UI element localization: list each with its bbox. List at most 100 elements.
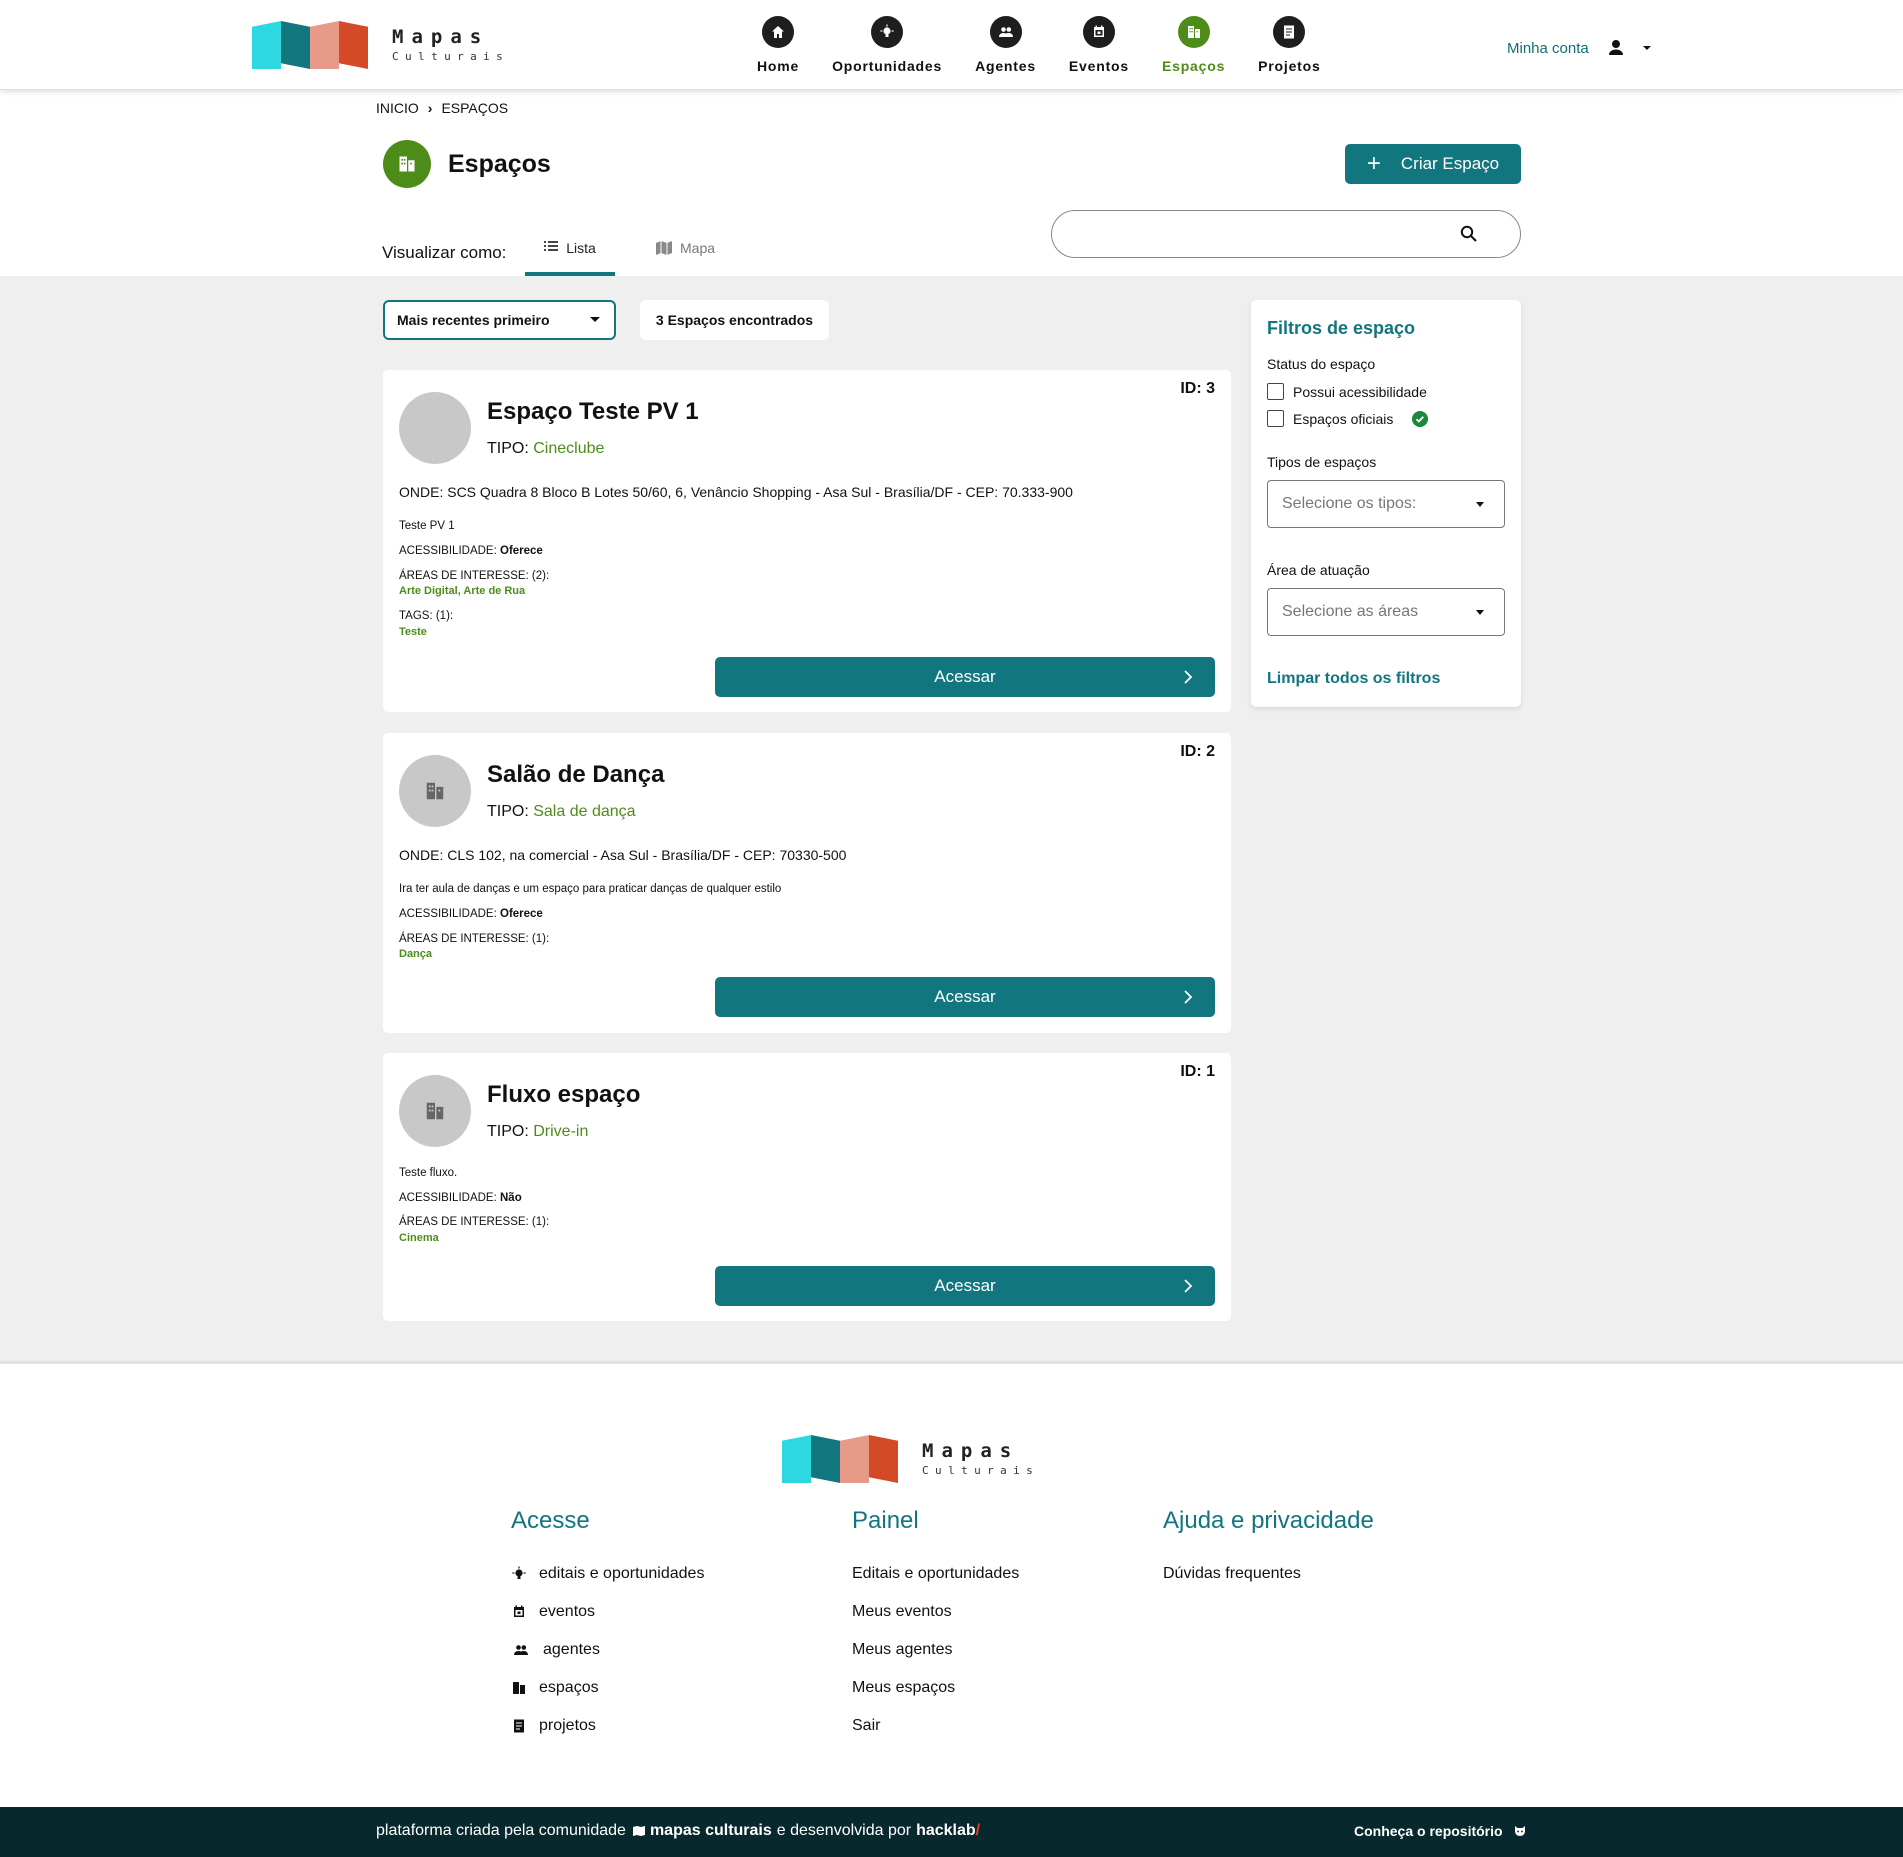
status-label: Status do espaço [1267, 356, 1376, 372]
sort-select[interactable]: Mais recentes primeiro [383, 300, 616, 340]
chevron-right-icon: › [427, 100, 433, 116]
area-select[interactable]: Selecione as áreas [1267, 588, 1505, 636]
nav-label: Agentes [975, 58, 1036, 74]
space-type-value: Sala de dança [533, 803, 636, 820]
accessibility-label: ACESSIBILIDADE: [399, 1191, 497, 1204]
footer-link[interactable]: Meus eventos [852, 1593, 1019, 1631]
chevron-right-icon [1184, 990, 1193, 1004]
chevron-right-icon [1184, 1279, 1193, 1293]
chevron-down-icon [1642, 46, 1651, 50]
space-card: ID: 2 Salão de Dança TIPO: Sala de dança… [383, 733, 1231, 1033]
footer-link[interactable]: agentes [511, 1631, 704, 1669]
footer-link[interactable]: editais e oportunidades [511, 1555, 704, 1593]
space-type-label: TIPO: [487, 440, 529, 457]
sort-value: Mais recentes primeiro [397, 312, 550, 328]
checkbox-oficiais[interactable]: Espaços oficiais [1267, 410, 1429, 427]
footer-link[interactable]: espaços [511, 1669, 704, 1707]
account-label: Minha conta [1507, 39, 1589, 57]
footer-link[interactable]: Dúvidas frequentes [1163, 1555, 1374, 1593]
user-icon [1600, 33, 1631, 63]
credit-brand[interactable]: mapas culturais [650, 1822, 772, 1840]
checkbox-box[interactable] [1267, 383, 1284, 400]
space-type-value: Cineclube [533, 440, 605, 457]
nav-label: Projetos [1258, 58, 1321, 74]
space-type-label: TIPO: [487, 1123, 529, 1140]
logo-subtitle: Culturais [392, 50, 510, 63]
space-type: TIPO: Sala de dança [487, 803, 636, 821]
credit-dev[interactable]: hacklab [916, 1822, 976, 1840]
tipos-select[interactable]: Selecione os tipos: [1267, 480, 1505, 528]
top-header: Mapas Culturais Home Oportunidades Agent… [0, 0, 1903, 90]
lightbulb-icon [871, 16, 904, 48]
footer-column-title: Acesse [511, 1507, 590, 1534]
checkbox-acessibilidade[interactable]: Possui acessibilidade [1267, 383, 1427, 400]
tags-label: TAGS: (1): [399, 610, 454, 623]
footer-logo[interactable]: Mapas Culturais [782, 1435, 1039, 1483]
checkbox-box[interactable] [1267, 410, 1284, 427]
clear-filters-link[interactable]: Limpar todos os filtros [1267, 670, 1440, 688]
nav-item-home[interactable]: Home [757, 16, 799, 74]
nav-item-espacos[interactable]: Espaços [1162, 16, 1225, 74]
space-details: Teste fluxo. ACESSIBILIDADE: Não ÁREAS D… [399, 1165, 549, 1247]
accessibility-label: ACESSIBILIDADE: [399, 544, 497, 557]
building-icon [399, 1075, 471, 1147]
nav-item-eventos[interactable]: Eventos [1069, 16, 1129, 74]
access-button[interactable]: Acessar [715, 977, 1215, 1017]
tab-lista-label: Lista [566, 240, 596, 256]
repo-link[interactable]: Conheça o repositório [1354, 1823, 1527, 1839]
access-button[interactable]: Acessar [715, 1266, 1215, 1306]
logo-title: Mapas [392, 26, 490, 48]
space-id: ID: 3 [1180, 380, 1215, 397]
logo-mark [252, 21, 368, 69]
nav-label: Espaços [1161, 58, 1226, 74]
footer-link[interactable]: projetos [511, 1707, 704, 1745]
create-space-button[interactable]: + Criar Espaço [1345, 144, 1521, 184]
search-icon[interactable] [1460, 225, 1478, 243]
access-button[interactable]: Acessar [715, 657, 1215, 697]
areas-value: Cinema [399, 1232, 439, 1245]
nav-label: Oportunidades [832, 58, 943, 74]
tab-mapa[interactable]: Mapa [656, 240, 715, 256]
space-description: Teste PV 1 [399, 520, 455, 533]
footer-column-title: Ajuda e privacidade [1163, 1507, 1374, 1534]
search-input[interactable] [1051, 210, 1521, 258]
page-title: Espaços [448, 149, 551, 178]
space-address: ONDE: SCS Quadra 8 Bloco B Lotes 50/60, … [399, 484, 1073, 500]
credit-middle: e desenvolvida por [776, 1822, 912, 1839]
footer-link[interactable]: Editais e oportunidades [852, 1555, 1019, 1593]
space-details: ONDE: SCS Quadra 8 Bloco B Lotes 50/60, … [399, 482, 1073, 641]
tab-lista[interactable]: Lista [525, 240, 615, 276]
checkbox-label: Possui acessibilidade [1293, 383, 1427, 400]
nav-item-oportunidades[interactable]: Oportunidades [832, 16, 942, 74]
tab-mapa-label: Mapa [680, 240, 716, 256]
map-icon [656, 241, 672, 255]
page-header: Espaços [383, 140, 551, 188]
areas-value: Arte Digital, Arte de Rua [399, 585, 526, 598]
account-menu[interactable]: Minha conta [1507, 33, 1653, 63]
footer-link[interactable]: Meus agentes [852, 1631, 1019, 1669]
document-icon [1273, 16, 1306, 48]
repo-label: Conheça o repositório [1354, 1823, 1503, 1839]
verified-icon [1412, 410, 1429, 427]
footer-link[interactable]: eventos [511, 1593, 704, 1631]
filters-panel: Filtros de espaço Status do espaço Possu… [1251, 300, 1521, 707]
space-name[interactable]: Salão de Dança [487, 761, 664, 789]
checkbox-label: Espaços oficiais [1293, 410, 1394, 427]
space-name[interactable]: Espaço Teste PV 1 [487, 398, 699, 426]
footer-link[interactable]: Meus espaços [852, 1669, 1019, 1707]
create-space-label: Criar Espaço [1400, 154, 1500, 173]
breadcrumb-item-inicio[interactable]: INICIO [376, 100, 419, 116]
area-label: Área de atuação [1267, 562, 1370, 578]
people-icon [989, 16, 1022, 48]
site-logo[interactable]: Mapas Culturais [252, 21, 509, 69]
space-name[interactable]: Fluxo espaço [487, 1081, 640, 1109]
access-label: Acessar [934, 1276, 996, 1295]
footer-link[interactable]: Sair [852, 1707, 1019, 1745]
nav-item-projetos[interactable]: Projetos [1258, 16, 1320, 74]
space-id: ID: 2 [1180, 743, 1215, 760]
footer-link-label: projetos [539, 1717, 596, 1734]
accessibility-value: Oferece [500, 907, 543, 920]
chevron-right-icon [1184, 670, 1193, 684]
nav-item-agentes[interactable]: Agentes [975, 16, 1036, 74]
building-icon [399, 755, 471, 827]
